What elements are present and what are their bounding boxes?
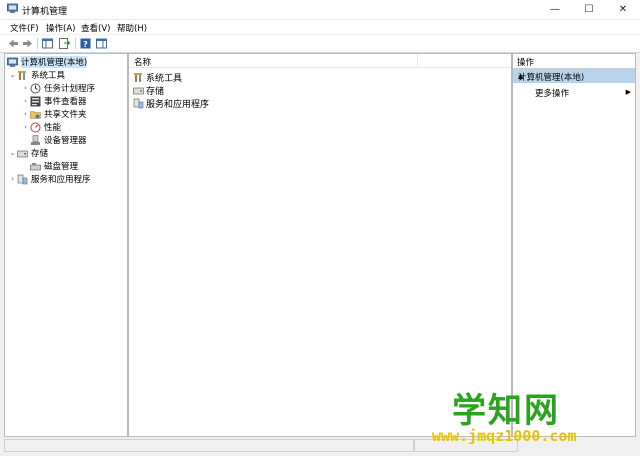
more-actions-label: 更多操作 bbox=[535, 89, 570, 99]
forward-arrow-icon[interactable] bbox=[22, 38, 33, 49]
more-actions-item[interactable]: 更多操作 ▶ bbox=[513, 85, 635, 99]
tree-item-services-apps[interactable]: › 服务和应用程序 bbox=[8, 173, 91, 185]
tree-item-label: 磁盘管理 bbox=[44, 162, 79, 172]
list-item-label: 存储 bbox=[146, 86, 165, 97]
list-item-storage[interactable]: 存储 bbox=[133, 84, 165, 97]
list-item-system-tools[interactable]: 系统工具 bbox=[133, 71, 183, 84]
tree-item-label: 计算机管理(本地) bbox=[21, 56, 88, 68]
actions-pane: 操作 计算机管理(本地) ▲ 更多操作 ▶ bbox=[512, 53, 636, 437]
tree-item-system-tools[interactable]: ⌄ 系统工具 bbox=[8, 69, 65, 81]
tree-item-label: 事件查看器 bbox=[44, 97, 87, 107]
tree-item-device-manager[interactable]: 设备管理器 bbox=[30, 134, 87, 146]
list-item-label: 服务和应用程序 bbox=[146, 99, 210, 110]
actions-header: 操作 bbox=[513, 54, 635, 69]
event-viewer-icon bbox=[30, 96, 41, 106]
performance-icon bbox=[30, 122, 41, 132]
window-title: 计算机管理 bbox=[22, 7, 68, 17]
chevron-right-icon[interactable]: › bbox=[21, 97, 30, 105]
tree-item-disk-management[interactable]: 磁盘管理 bbox=[30, 160, 78, 172]
services-apps-icon bbox=[17, 174, 28, 184]
services-apps-icon bbox=[133, 98, 144, 108]
list-item-services-apps[interactable]: 服务和应用程序 bbox=[133, 97, 210, 110]
chevron-right-icon[interactable]: › bbox=[21, 123, 30, 131]
chevron-right-icon[interactable]: › bbox=[21, 110, 30, 118]
task-scheduler-icon bbox=[30, 83, 41, 93]
tree-item-label: 存储 bbox=[31, 149, 49, 159]
tree-item-label: 服务和应用程序 bbox=[31, 175, 91, 185]
column-name: 名称 bbox=[134, 58, 152, 68]
menu-help[interactable]: 帮助(H) bbox=[117, 22, 147, 34]
tree-item-task-scheduler[interactable]: › 任务计划程序 bbox=[21, 82, 95, 94]
actions-section-header[interactable]: 计算机管理(本地) ▲ bbox=[513, 69, 635, 83]
disk-management-icon bbox=[30, 162, 41, 170]
menu-bar: 文件(F) 操作(A) 查看(V) 帮助(H) bbox=[0, 20, 640, 34]
status-bar-section bbox=[4, 439, 414, 452]
maximize-icon: ☐ bbox=[584, 4, 594, 15]
watermark-url: www.jmqz1000.com bbox=[432, 427, 577, 445]
show-action-pane-icon[interactable] bbox=[96, 38, 107, 49]
actions-title: 操作 bbox=[517, 58, 535, 68]
column-header[interactable]: 名称 bbox=[129, 54, 511, 68]
tree-item-root[interactable]: 计算机管理(本地) bbox=[7, 56, 88, 68]
close-icon: ✕ bbox=[618, 4, 628, 15]
svg-text:?: ? bbox=[83, 40, 88, 49]
help-icon[interactable]: ? bbox=[80, 38, 91, 49]
chevron-right-icon: ▶ bbox=[625, 88, 631, 96]
chevron-down-icon[interactable]: ⌄ bbox=[8, 149, 17, 157]
chevron-up-icon[interactable]: ▲ bbox=[518, 72, 631, 80]
maximize-button[interactable]: ☐ bbox=[572, 0, 606, 19]
tree-item-label: 共享文件夹 bbox=[44, 110, 87, 120]
list-item-label: 系统工具 bbox=[146, 73, 183, 84]
system-tools-icon bbox=[18, 70, 26, 80]
results-pane: 名称 系统工具 存储 服务和应用程序 bbox=[128, 53, 512, 437]
column-divider[interactable] bbox=[417, 54, 418, 67]
system-tools-icon bbox=[134, 72, 142, 82]
chevron-down-icon[interactable]: ⌄ bbox=[8, 71, 17, 79]
menu-action[interactable]: 操作(A) bbox=[46, 22, 75, 34]
console-tree-pane: 计算机管理(本地) ⌄ 系统工具 › 任务计划程序 › 事件查看器 › 共享文件… bbox=[4, 53, 128, 437]
device-manager-icon bbox=[31, 134, 40, 145]
minimize-icon: — bbox=[550, 4, 560, 15]
back-arrow-icon[interactable] bbox=[8, 38, 19, 49]
close-button[interactable]: ✕ bbox=[606, 0, 640, 19]
chevron-right-icon[interactable]: › bbox=[21, 84, 30, 92]
toolbar: ? bbox=[0, 35, 640, 53]
computer-management-icon bbox=[7, 57, 18, 67]
title-bar: 计算机管理 — ☐ ✕ bbox=[0, 0, 640, 20]
computer-management-icon bbox=[7, 3, 18, 13]
menu-file[interactable]: 文件(F) bbox=[10, 22, 39, 34]
tree-item-label: 性能 bbox=[44, 123, 62, 133]
toolbar-separator bbox=[75, 38, 76, 49]
tree-item-storage[interactable]: ⌄ 存储 bbox=[8, 147, 48, 159]
storage-icon bbox=[133, 87, 144, 94]
menu-view[interactable]: 查看(V) bbox=[81, 22, 110, 34]
tree-item-event-viewer[interactable]: › 事件查看器 bbox=[21, 95, 87, 107]
toolbar-separator bbox=[37, 38, 38, 49]
minimize-button[interactable]: — bbox=[538, 0, 572, 19]
tree-item-shared-folders[interactable]: › 共享文件夹 bbox=[21, 108, 87, 120]
storage-icon bbox=[17, 150, 28, 157]
tree-item-performance[interactable]: › 性能 bbox=[21, 121, 61, 133]
watermark-brand: 学知网 bbox=[452, 391, 560, 431]
chevron-right-icon[interactable]: › bbox=[8, 175, 17, 183]
tree-item-label: 任务计划程序 bbox=[44, 84, 96, 94]
tree-item-label: 设备管理器 bbox=[44, 136, 87, 146]
tree-item-label: 系统工具 bbox=[31, 71, 66, 81]
show-console-tree-icon[interactable] bbox=[42, 38, 53, 49]
export-list-icon[interactable] bbox=[59, 38, 70, 49]
shared-folders-icon bbox=[30, 110, 41, 119]
